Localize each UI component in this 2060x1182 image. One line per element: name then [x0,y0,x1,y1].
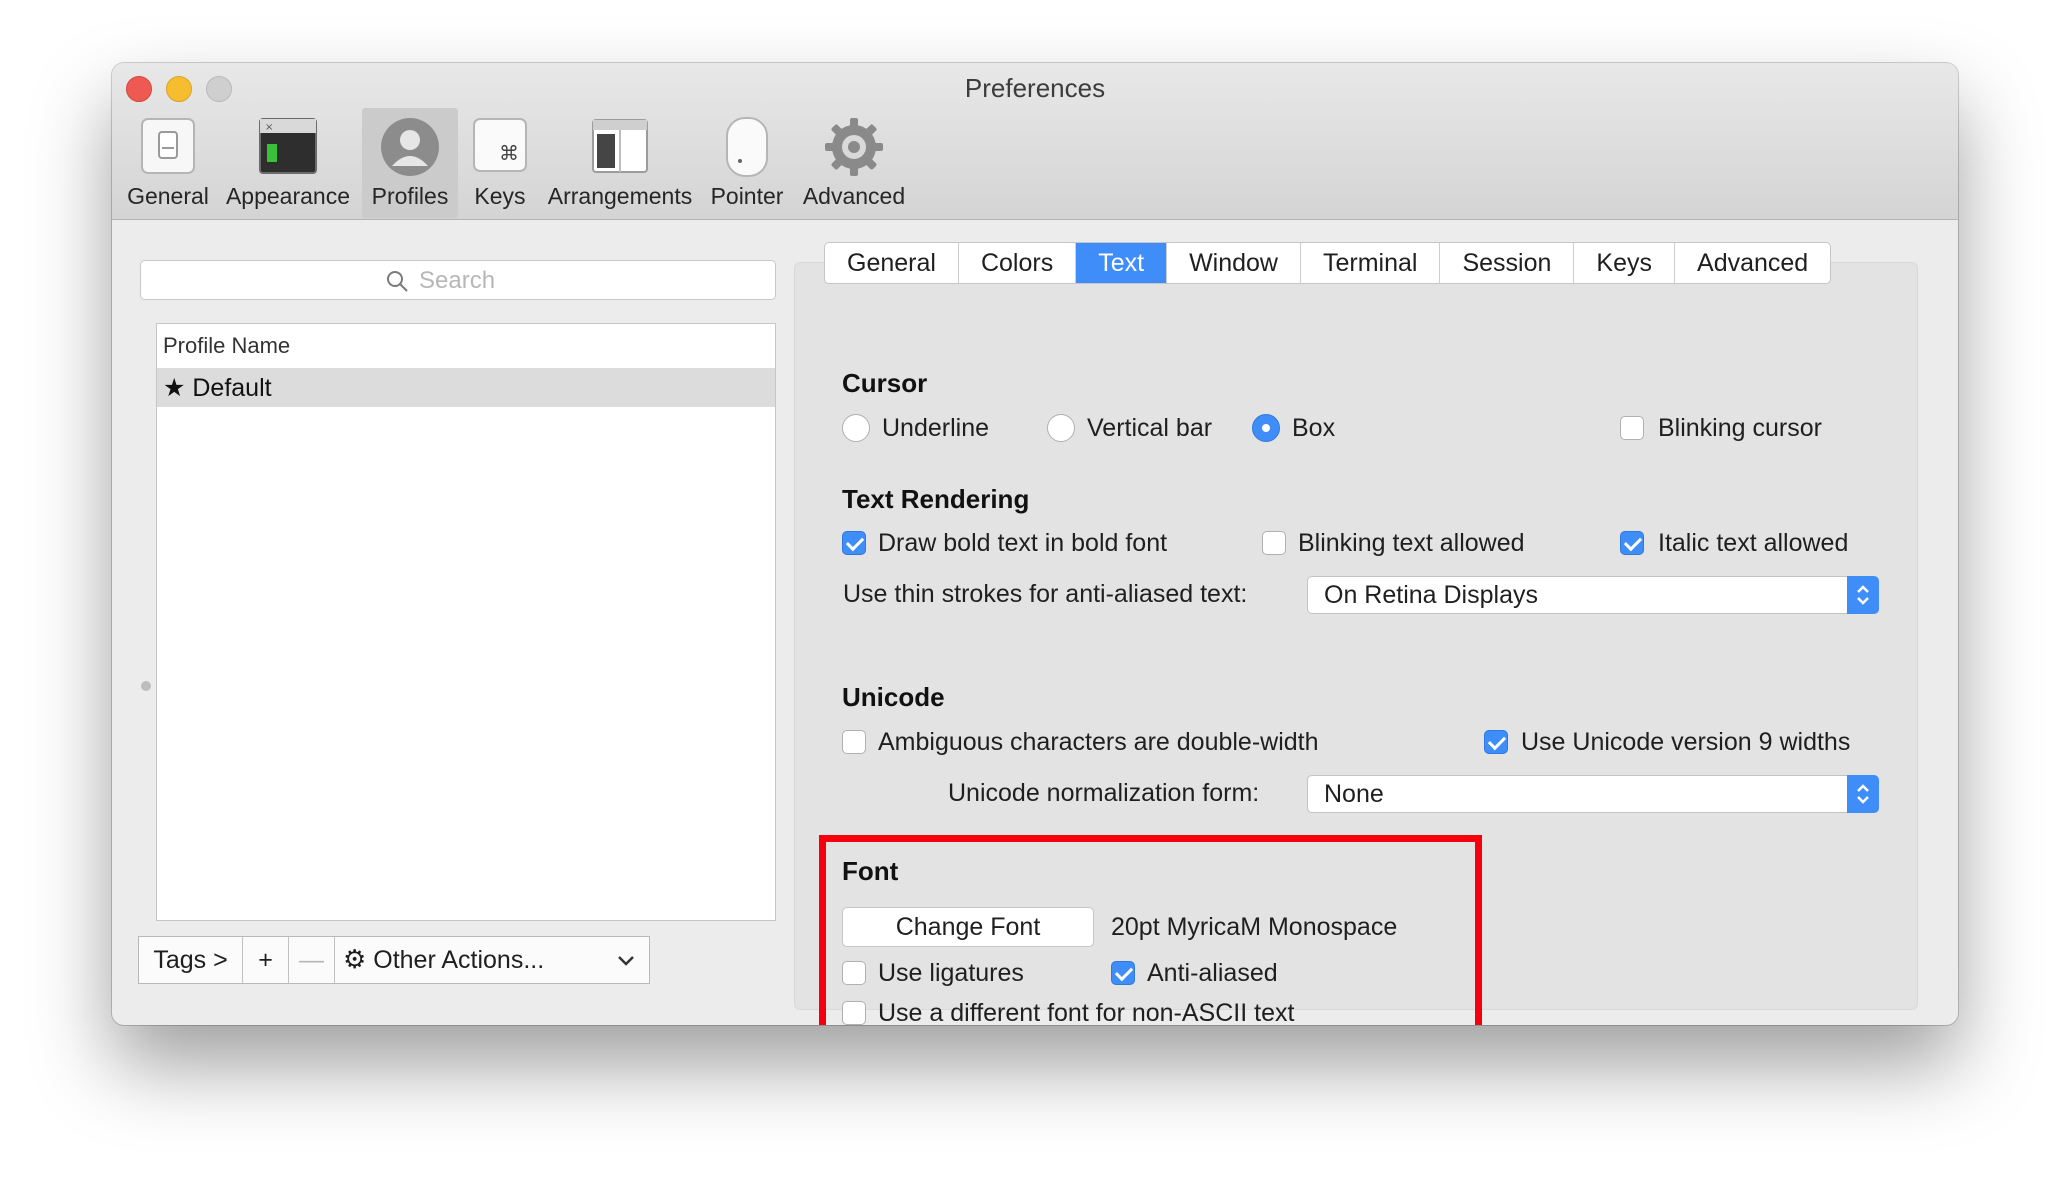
profile-row-default[interactable]: ★ Default [157,369,775,407]
toolbar-pointer[interactable]: Pointer [702,108,792,218]
toolbar-arrangements[interactable]: Arrangements [544,108,696,218]
tab-advanced[interactable]: Advanced [1675,243,1830,283]
add-profile-button[interactable]: + [243,937,289,983]
windows-icon [592,119,648,173]
unicode-section-title: Unicode [842,682,945,712]
blinking-text-checkbox[interactable] [1262,531,1286,555]
cursor-underline-radio[interactable] [842,414,870,442]
ambiguous-width-checkbox[interactable] [842,730,866,754]
profile-search-field[interactable]: Search [140,260,776,300]
profile-name-column-header[interactable]: Profile Name [157,324,775,369]
gear-icon [825,118,883,176]
toolbar-profiles[interactable]: Profiles [362,108,458,218]
thin-strokes-value: On Retina Displays [1324,581,1538,609]
ambiguous-width-label: Ambiguous characters are double-width [878,728,1319,756]
thin-strokes-popup[interactable]: On Retina Displays [1307,576,1879,614]
toolbar-advanced[interactable]: Advanced [800,108,908,218]
cursor-underline-label: Underline [882,414,990,442]
toolbar-label: Profiles [371,183,449,209]
search-placeholder: Search [419,267,496,294]
toolbar-label: General [127,183,209,209]
search-icon [387,271,408,292]
blinking-cursor-checkbox[interactable] [1620,416,1644,440]
toolbar-keys[interactable]: ⌘ Keys [464,108,536,218]
profile-tabs: General Colors Text Window Terminal Sess… [824,242,1832,284]
toolbar-label: Arrangements [547,183,693,209]
toolbar-label: Keys [474,183,526,209]
cursor-box-radio[interactable] [1252,414,1280,442]
blinking-cursor-label: Blinking cursor [1658,414,1822,442]
toolbar-label: Advanced [802,183,906,209]
cursor-vertical-bar-radio[interactable] [1047,414,1075,442]
toolbar-label: Appearance [225,183,351,209]
toolbar-appearance[interactable]: × Appearance [224,108,352,218]
profile-actions-bar: Tags > + — ⚙ Other Actions... [138,936,650,984]
other-actions-menu[interactable]: ⚙ Other Actions... [335,937,649,983]
switch-icon [141,118,195,174]
gear-icon: ⚙ [343,945,367,975]
text-rendering-section-title: Text Rendering [842,484,1030,514]
split-view-handle[interactable] [141,681,151,691]
other-actions-label: Other Actions... [373,946,545,974]
unicode-v9-label: Use Unicode version 9 widths [1521,728,1851,756]
normalization-value: None [1324,780,1384,808]
tab-text[interactable]: Text [1076,243,1168,283]
cursor-vertical-bar-label: Vertical bar [1087,414,1213,442]
cursor-box-label: Box [1292,414,1336,442]
svg-text:×: × [265,122,273,133]
bold-font-checkbox[interactable] [842,531,866,555]
tab-window[interactable]: Window [1167,243,1301,283]
tab-session[interactable]: Session [1440,243,1575,283]
titlebar: Preferences General × Appearance Profile… [112,63,1958,220]
tab-keys[interactable]: Keys [1574,243,1676,283]
user-icon [381,118,439,176]
command-key-icon: ⌘ [473,118,527,172]
remove-profile-button[interactable]: — [289,937,335,983]
unicode-v9-checkbox[interactable] [1484,730,1508,754]
profile-list[interactable]: Profile Name ★ Default [156,323,776,921]
window-icon: × [259,118,317,174]
mouse-icon [726,117,768,177]
font-highlight-box [819,835,1482,1025]
tags-button[interactable]: Tags > [139,937,243,983]
svg-text:⌘: ⌘ [499,141,519,165]
tab-general[interactable]: General [825,243,959,283]
italic-text-checkbox[interactable] [1620,531,1644,555]
popup-stepper-icon [1847,775,1879,813]
normalization-popup[interactable]: None [1307,775,1879,813]
normalization-label: Unicode normalization form: [948,779,1260,807]
thin-strokes-label: Use thin strokes for anti-aliased text: [843,580,1248,608]
toolbar-general[interactable]: General [122,108,214,218]
content-area: Search Profile Name ★ Default Tags > + —… [112,220,1958,1025]
blinking-text-label: Blinking text allowed [1298,529,1525,557]
bold-font-label: Draw bold text in bold font [878,529,1168,557]
italic-text-label: Italic text allowed [1658,529,1849,557]
preferences-window: Preferences General × Appearance Profile… [112,63,1958,1025]
cursor-section-title: Cursor [842,368,928,398]
popup-stepper-icon [1847,576,1879,614]
toolbar-label: Pointer [710,183,784,209]
tab-colors[interactable]: Colors [959,243,1077,283]
tab-terminal[interactable]: Terminal [1301,243,1441,283]
chevron-down-icon [618,956,634,966]
window-title: Preferences [964,73,1106,103]
